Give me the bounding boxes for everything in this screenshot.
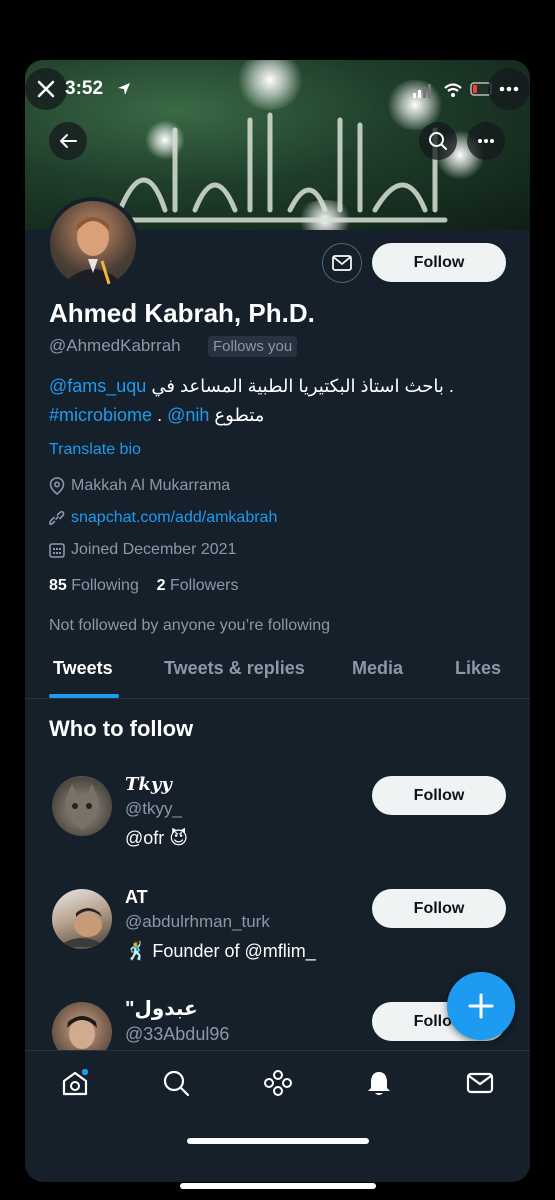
nav-spaces[interactable] — [263, 1069, 293, 1102]
following-stat[interactable]: 85 Following — [49, 577, 139, 594]
cellular-signal-icon — [413, 84, 431, 98]
status-bar: 3:52 — [25, 68, 530, 110]
bio-link-fams[interactable]: @fams_uqu — [49, 376, 146, 396]
location-row: Makkah Al Mukarrama — [49, 477, 230, 495]
profile-more-button[interactable] — [467, 122, 505, 160]
bio-line-1: @fams_uqu استاذ البكتيريا الطبية المساعد… — [49, 376, 454, 397]
person-photo — [57, 908, 107, 947]
followers-stat[interactable]: 2 Followers — [157, 577, 239, 594]
nav-home[interactable] — [61, 1068, 89, 1102]
bio-link-nih[interactable]: @nih — [167, 405, 209, 425]
ellipsis-icon — [499, 86, 519, 92]
website-row: snapchat.com/add/amkabrah — [49, 509, 277, 527]
bio-line-2: #microbiome . @nih متطوع — [49, 405, 264, 426]
suggestion-name: AT — [125, 887, 148, 907]
location-arrow-icon — [118, 83, 130, 95]
suggestion-avatar — [52, 1002, 112, 1050]
website-link[interactable]: snapchat.com/add/amkabrah — [71, 509, 277, 527]
home-icon — [62, 1068, 89, 1096]
search-button[interactable] — [419, 122, 457, 160]
phone-screen: 3:52 Follow Ahmed Kabrah, Ph.D. @AhmedKa… — [25, 60, 530, 1182]
nav-search[interactable] — [162, 1069, 190, 1102]
tab-media[interactable]: Media — [352, 658, 403, 679]
profile-handle: @AhmedKabrrah — [49, 336, 181, 355]
tabs-divider — [25, 698, 530, 699]
plus-icon — [468, 993, 494, 1019]
suggestion-follow-button[interactable]: Follow — [372, 776, 506, 815]
bell-icon — [368, 1072, 390, 1095]
ellipsis-icon — [478, 139, 494, 143]
nav-messages[interactable] — [466, 1069, 494, 1102]
bottom-navigation — [25, 1050, 530, 1121]
bio-text-1: استاذ البكتيريا الطبية المساعد في — [151, 376, 400, 396]
suggestion-handle: @abdulrhman_turk — [125, 912, 270, 931]
compose-tweet-button[interactable] — [447, 972, 515, 1040]
suggestion-item[interactable]: AT @abdulrhman_turk 🕺 Founder of @mflim_… — [25, 879, 530, 989]
followers-count: 2 — [156, 577, 166, 594]
search-icon — [429, 132, 447, 150]
tab-tweets[interactable]: Tweets — [53, 658, 113, 679]
location-pin-icon — [49, 477, 65, 495]
wifi-icon — [444, 83, 462, 97]
profile-name: Ahmed Kabrah, Ph.D. — [49, 298, 315, 328]
avatar-photo — [50, 201, 136, 287]
device-home-bar — [180, 1183, 376, 1189]
follow-stats: 85 Following 2 Followers — [49, 577, 238, 595]
nav-notifications[interactable] — [365, 1069, 393, 1102]
cat-photo — [65, 784, 99, 830]
location-text: Makkah Al Mukarrama — [71, 477, 231, 494]
not-followed-text: Not followed by anyone you’re following — [49, 617, 331, 634]
link-icon — [49, 510, 65, 526]
spaces-icon — [264, 1070, 292, 1096]
suggestion-follow-button[interactable]: Follow — [372, 889, 506, 928]
close-button[interactable] — [25, 68, 67, 110]
joined-row: Joined December 2021 — [49, 541, 236, 559]
follow-button[interactable]: Follow — [372, 243, 506, 282]
suggestion-handle: @33Abdul96 — [125, 1024, 230, 1044]
bio-text-1-tail: . باحث — [404, 376, 454, 396]
person-photo — [67, 1016, 97, 1049]
followers-label: Followers — [169, 577, 239, 594]
bio-hashtag[interactable]: #microbiome — [49, 405, 152, 425]
translate-bio-link[interactable]: Translate bio — [49, 441, 141, 459]
bio-text-2: متطوع — [214, 405, 265, 425]
more-options-button[interactable] — [488, 68, 530, 110]
back-arrow-icon — [60, 134, 77, 148]
envelope-icon — [466, 1072, 494, 1094]
search-icon — [163, 1070, 190, 1097]
follows-you-badge: Follows you — [208, 336, 298, 357]
home-indicator — [187, 1138, 369, 1144]
suggestion-bio: 🕺 Founder of @mflim_ — [125, 941, 316, 961]
close-icon — [37, 80, 55, 98]
status-time: 3:52 — [65, 78, 104, 99]
suggestion-item[interactable]: 𝑻𝒌𝒚𝒚 @tkyy_ @ofr 😈 Follow — [25, 766, 530, 876]
envelope-icon — [332, 255, 352, 271]
suggestion-bio: @ofr 😈 — [125, 828, 189, 848]
suggestion-handle: @tkyy_ — [125, 799, 182, 818]
suggestion-avatar — [52, 889, 112, 949]
suggestion-name: 𝑻𝒌𝒚𝒚 — [125, 774, 172, 795]
following-label: Following — [71, 577, 139, 594]
suggestion-avatar — [52, 776, 112, 836]
joined-text: Joined December 2021 — [71, 541, 237, 558]
calendar-icon — [49, 543, 65, 558]
message-button[interactable] — [322, 243, 362, 283]
who-to-follow-title: Who to follow — [49, 716, 194, 741]
profile-avatar[interactable] — [46, 197, 140, 291]
back-button[interactable] — [49, 122, 87, 160]
suggestion-name: "عبدول — [125, 998, 198, 1020]
tab-tweets-replies[interactable]: Tweets & replies — [164, 658, 305, 679]
bio-dot: . — [157, 405, 163, 425]
following-count: 85 — [49, 577, 67, 594]
tab-likes[interactable]: Likes — [455, 658, 501, 679]
